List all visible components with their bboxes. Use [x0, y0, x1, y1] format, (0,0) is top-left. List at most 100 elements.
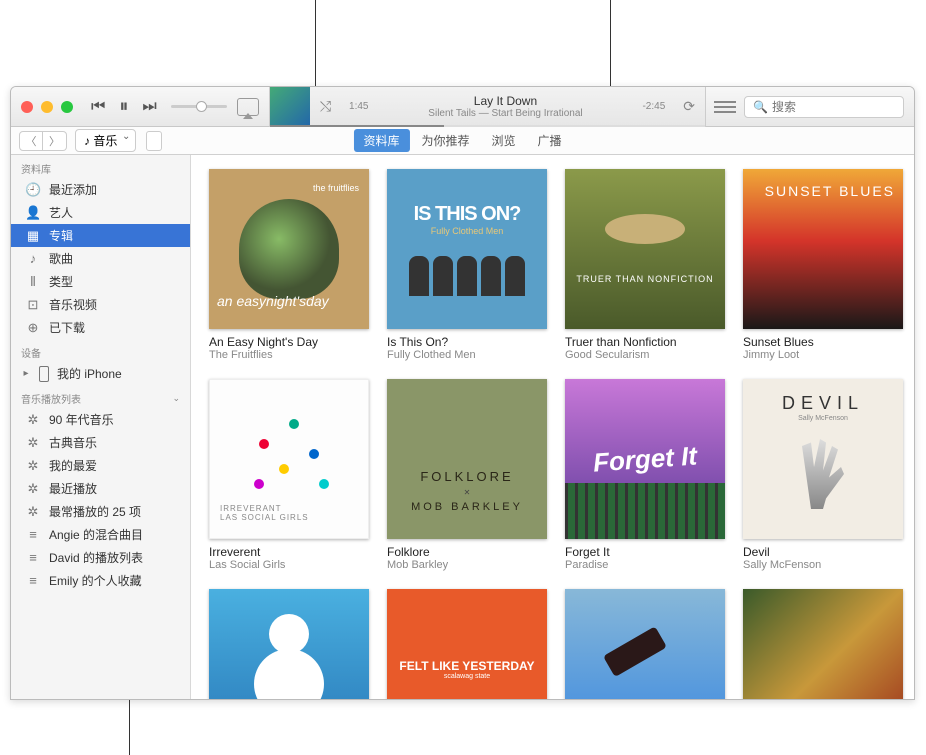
sidebar-item-music-videos[interactable]: ⊡音乐视频: [11, 293, 190, 316]
album-item[interactable]: HOLIDAY STANDARDS: [209, 589, 369, 699]
back-button[interactable]: 〈: [19, 131, 43, 151]
sidebar-item-genres[interactable]: ⫴类型: [11, 270, 190, 293]
album-cover[interactable]: FOLKLORE✕MOB BARKLEY: [387, 379, 547, 539]
album-item[interactable]: DEVILSally McFenson Devil Sally McFenson: [743, 379, 903, 571]
clock-icon: 🕘: [25, 182, 41, 198]
album-cover[interactable]: SUNSET BLUES: [743, 169, 903, 329]
album-item[interactable]: FOLKLORE✕MOB BARKLEY Folklore Mob Barkle…: [387, 379, 547, 571]
next-button[interactable]: ⏭: [142, 98, 156, 116]
video-icon: ⊡: [25, 297, 41, 313]
album-cover[interactable]: IS THIS ON?Fully Clothed Men: [387, 169, 547, 329]
sidebar-playlist-recent[interactable]: ✲最近播放: [11, 477, 190, 500]
album-artist: Las Social Girls: [209, 559, 369, 571]
album-cover[interactable]: [743, 589, 903, 699]
album-artist: Paradise: [565, 559, 725, 571]
playlist-icon: ≡: [25, 573, 41, 588]
bars-icon: ⫴: [25, 274, 41, 290]
repeat-icon[interactable]: ⟳: [683, 98, 695, 115]
playback-controls: ⏮ ⏸ ⏭: [91, 96, 157, 117]
sidebar-header-library: 资料库: [11, 155, 190, 178]
tab-library[interactable]: 资料库: [353, 129, 409, 152]
sidebar-item-iphone[interactable]: ▸我的 iPhone: [11, 362, 190, 385]
sidebar-item-songs[interactable]: ♪歌曲: [11, 247, 190, 270]
album-cover[interactable]: TRUER THAN NONFICTION: [565, 169, 725, 329]
forward-button[interactable]: 〉: [43, 131, 67, 151]
sidebar-header-playlists: 音乐播放列表⌄: [11, 385, 190, 408]
previous-button[interactable]: ⏮: [91, 98, 105, 116]
person-icon: 👤: [25, 205, 41, 221]
album-cover[interactable]: [565, 589, 725, 699]
album-cover[interactable]: the fruitfliesan easynight'sday: [209, 169, 369, 329]
sidebar-playlist-top25[interactable]: ✲最常播放的 25 项: [11, 500, 190, 523]
zoom-button[interactable]: [61, 101, 73, 113]
album-title: Sunset Blues: [743, 335, 903, 349]
minimize-button[interactable]: [41, 101, 53, 113]
remaining-time: -2:45: [642, 101, 665, 112]
album-artist: Jimmy Loot: [743, 349, 903, 361]
album-item[interactable]: [743, 589, 903, 699]
album-title: Forget It: [565, 545, 725, 559]
album-artist: The Fruitflies: [209, 349, 369, 361]
album-cover[interactable]: IRREVERANTLAS SOCIAL GIRLS: [209, 379, 369, 539]
volume-slider[interactable]: [171, 105, 227, 108]
chevron-down-icon[interactable]: ⌄: [172, 393, 180, 404]
playlist-icon: ≡: [25, 550, 41, 565]
album-item[interactable]: FELT LIKE YESTERDAYscalawag state: [387, 589, 547, 699]
album-cover[interactable]: DEVILSally McFenson: [743, 379, 903, 539]
sidebar-playlist-90s[interactable]: ✲90 年代音乐: [11, 408, 190, 431]
album-item[interactable]: Forget It Forget It Paradise: [565, 379, 725, 571]
titlebar: ⏮ ⏸ ⏭ ⤭ 1:45 Lay It Down Silent Tails — …: [11, 87, 914, 127]
media-picker[interactable]: ♪ 音乐: [75, 129, 136, 152]
album-title: Folklore: [387, 545, 547, 559]
album-artist: Mob Barkley: [387, 559, 547, 571]
tab-radio[interactable]: 广播: [528, 129, 572, 152]
album-item[interactable]: [565, 589, 725, 699]
playlist-icon: ≡: [25, 527, 41, 542]
tab-for-you[interactable]: 为你推荐: [411, 129, 479, 152]
smart-playlist-icon: ✲: [25, 481, 41, 497]
window-controls: [21, 101, 73, 113]
album-artist: Good Secularism: [565, 349, 725, 361]
album-cover[interactable]: HOLIDAY STANDARDS: [209, 589, 369, 699]
up-next-button[interactable]: [714, 99, 736, 115]
sidebar-playlist-classical[interactable]: ✲古典音乐: [11, 431, 190, 454]
sidebar-header-devices: 设备: [11, 339, 190, 362]
album-item[interactable]: IS THIS ON?Fully Clothed Men Is This On?…: [387, 169, 547, 361]
smart-playlist-icon: ✲: [25, 504, 41, 520]
device-button[interactable]: [146, 131, 162, 151]
smart-playlist-icon: ✲: [25, 412, 41, 428]
pause-button[interactable]: ⏸: [119, 96, 128, 117]
airplay-button[interactable]: [237, 98, 259, 116]
tab-browse[interactable]: 浏览: [482, 129, 526, 152]
sidebar-item-artists[interactable]: 👤艺人: [11, 201, 190, 224]
sidebar-playlist-angie[interactable]: ≡Angie 的混合曲目: [11, 523, 190, 546]
album-item[interactable]: SUNSET BLUES Sunset Blues Jimmy Loot: [743, 169, 903, 361]
download-icon: ⊕: [25, 320, 41, 336]
elapsed-time: 1:45: [349, 101, 368, 112]
album-cover[interactable]: Forget It: [565, 379, 725, 539]
album-item[interactable]: the fruitfliesan easynight'sday An Easy …: [209, 169, 369, 361]
sidebar-playlist-emily[interactable]: ≡Emily 的个人收藏: [11, 569, 190, 592]
search-icon: 🔍: [753, 100, 768, 114]
search-input[interactable]: [772, 100, 895, 114]
sidebar-item-albums[interactable]: ▦专辑: [11, 224, 190, 247]
close-button[interactable]: [21, 101, 33, 113]
search-field[interactable]: 🔍: [744, 96, 904, 118]
sidebar: 资料库 🕘最近添加 👤艺人 ▦专辑 ♪歌曲 ⫴类型 ⊡音乐视频 ⊕已下载 设备 …: [11, 155, 191, 699]
album-title: Devil: [743, 545, 903, 559]
sidebar-item-downloaded[interactable]: ⊕已下载: [11, 316, 190, 339]
shuffle-icon[interactable]: ⤭: [320, 98, 331, 115]
sidebar-playlist-david[interactable]: ≡David 的播放列表: [11, 546, 190, 569]
album-item[interactable]: TRUER THAN NONFICTION Truer than Nonfict…: [565, 169, 725, 361]
sidebar-playlist-favorites[interactable]: ✲我的最爱: [11, 454, 190, 477]
album-item[interactable]: IRREVERANTLAS SOCIAL GIRLS Irreverent La…: [209, 379, 369, 571]
album-title: Truer than Nonfiction: [565, 335, 725, 349]
now-playing-artwork[interactable]: [270, 87, 310, 127]
album-cover[interactable]: FELT LIKE YESTERDAYscalawag state: [387, 589, 547, 699]
album-grid: the fruitfliesan easynight'sday An Easy …: [191, 155, 914, 699]
progress-bar[interactable]: [270, 125, 705, 127]
sidebar-item-recently-added[interactable]: 🕘最近添加: [11, 178, 190, 201]
main-tabs: 资料库 为你推荐 浏览 广播: [353, 129, 571, 152]
album-title: Is This On?: [387, 335, 547, 349]
album-artist: Sally McFenson: [743, 559, 903, 571]
